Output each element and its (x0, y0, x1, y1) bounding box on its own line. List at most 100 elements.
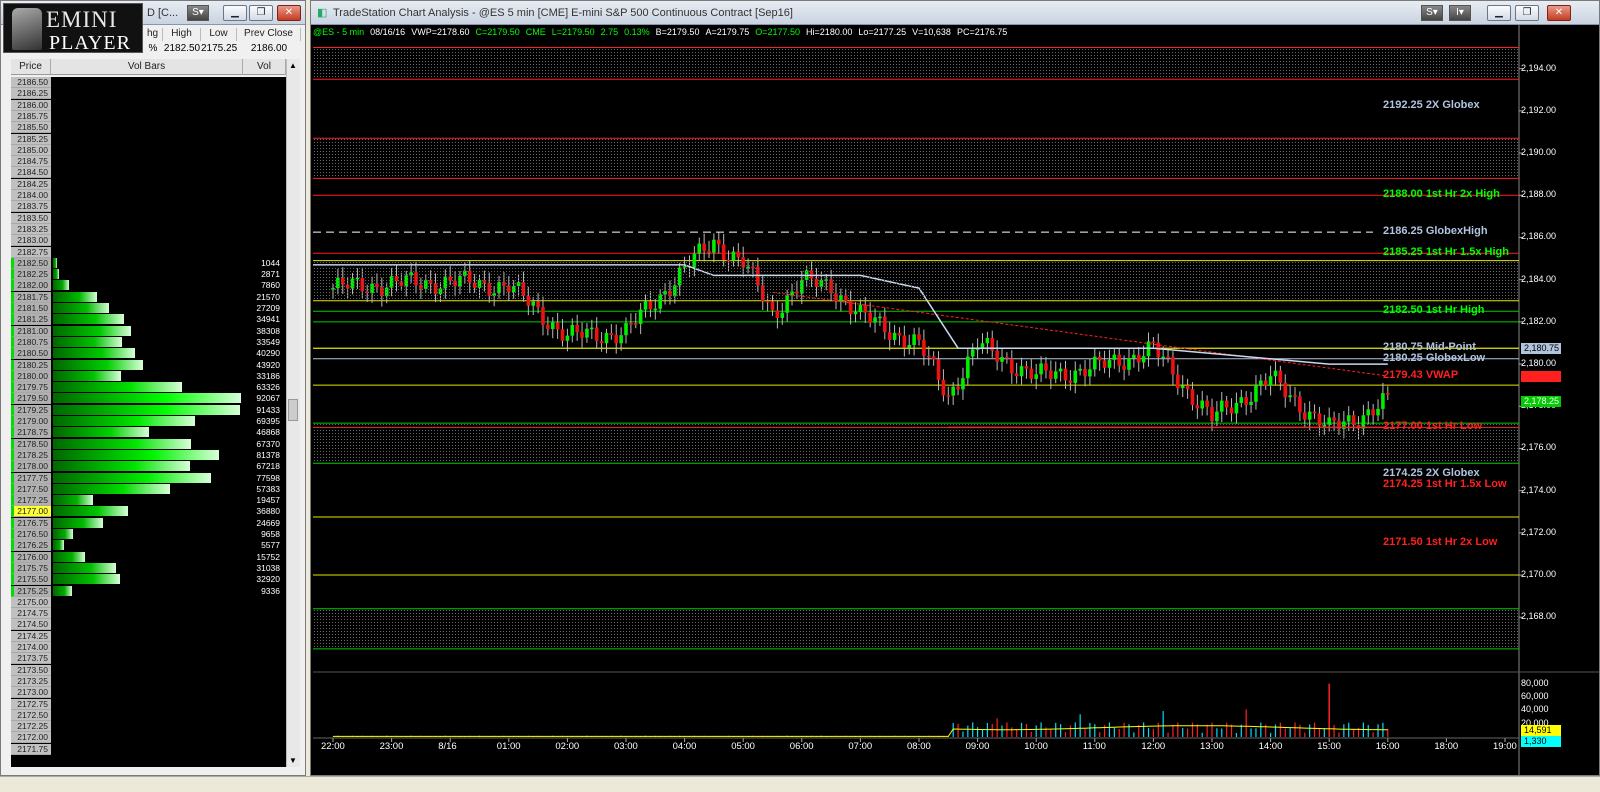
ladder-price[interactable]: 2185.25 (11, 133, 51, 145)
volume-bar (53, 562, 117, 573)
ladder-price[interactable]: 2180.25 (11, 359, 51, 371)
ladder-row: 2177.25 19457 (11, 495, 286, 507)
ladder-price[interactable]: 2179.75 (11, 382, 51, 394)
chart-titlebar[interactable]: ◧ TradeStation Chart Analysis - @ES 5 mi… (311, 1, 1599, 25)
level-label: 2174.25 1st Hr 1.5x Low (1383, 478, 1507, 491)
level-label: 2186.25 GlobexHigh (1383, 225, 1488, 238)
candle-body (1039, 363, 1043, 375)
ladder-price[interactable]: 2174.50 (11, 619, 51, 631)
ladder-price[interactable]: 2172.00 (11, 732, 51, 744)
ladder-price[interactable]: 2173.50 (11, 664, 51, 676)
ladder-price[interactable]: 2171.75 (11, 743, 51, 755)
ladder-price[interactable]: 2177.00 (11, 506, 51, 518)
candle-body (555, 322, 560, 330)
ladder-price[interactable]: 2184.75 (11, 156, 51, 168)
ladder-price[interactable]: 2175.25 (11, 585, 51, 597)
candle-body (1161, 356, 1165, 359)
col-header-vol[interactable]: Vol (243, 59, 286, 75)
candle-body (1034, 374, 1038, 379)
ladder-price[interactable]: 2184.00 (11, 190, 51, 201)
ladder-price[interactable]: 2177.50 (11, 483, 51, 495)
close-button[interactable]: ✕ (1547, 5, 1571, 21)
ladder-price[interactable]: 2185.50 (11, 122, 51, 134)
ladder-price[interactable]: 2177.75 (11, 472, 51, 484)
volume-bar (53, 280, 70, 291)
taskbar (0, 776, 1600, 792)
ladder-price[interactable]: 2185.75 (11, 110, 51, 122)
ladder-price[interactable]: 2180.75 (11, 336, 51, 348)
ladder-price[interactable]: 2181.00 (11, 325, 51, 337)
ladder-price[interactable]: 2179.25 (11, 404, 51, 416)
scroll-down-icon[interactable]: ▼ (289, 756, 297, 765)
ladder-price[interactable]: 2182.25 (11, 269, 51, 281)
candle-body (775, 310, 780, 318)
symbol-menu-button[interactable]: S▾ (1421, 5, 1443, 21)
ladder-price[interactable]: 2178.25 (11, 449, 51, 461)
ladder-price[interactable]: 2178.75 (11, 427, 51, 439)
ladder-price[interactable]: 2185.00 (11, 144, 51, 156)
ladder-price[interactable]: 2177.25 (11, 495, 51, 507)
ladder-price[interactable]: 2183.25 (11, 223, 51, 235)
close-button[interactable]: ✕ (277, 5, 301, 21)
ladder-price[interactable]: 2172.75 (11, 698, 51, 710)
ladder-price[interactable]: 2182.00 (11, 280, 51, 292)
ladder-price[interactable]: 2176.50 (11, 529, 51, 540)
ladder-price[interactable]: 2180.50 (11, 348, 51, 360)
ladder-price[interactable]: 2173.00 (11, 687, 51, 699)
ladder-price[interactable]: 2186.25 (11, 88, 51, 100)
ladder-price[interactable]: 2181.75 (11, 291, 51, 303)
ladder-price[interactable]: 2173.25 (11, 675, 51, 687)
candle-body (1229, 407, 1234, 414)
ladder-price[interactable]: 2176.00 (11, 551, 51, 563)
ladder-price[interactable]: 2184.50 (11, 167, 51, 179)
ladder-scrollbar[interactable]: ▲ ▼ (286, 59, 300, 767)
ladder-price[interactable]: 2183.50 (11, 212, 51, 224)
ladder-price[interactable]: 2179.50 (11, 393, 51, 405)
ladder-row: 2181.00 38308 (11, 325, 286, 337)
ladder-row: 2185.75 (11, 110, 286, 122)
ladder-price[interactable]: 2178.50 (11, 438, 51, 450)
ladder-price[interactable]: 2174.25 (11, 630, 51, 642)
ladder-price[interactable]: 2172.50 (11, 709, 51, 721)
ladder-price[interactable]: 2182.75 (11, 246, 51, 258)
y-tick-label: 2,180.00 (1521, 358, 1557, 369)
candle-body (721, 244, 726, 260)
ladder-price[interactable]: 2186.50 (11, 77, 51, 88)
symbol-menu-button[interactable]: S▾ (187, 5, 209, 21)
info-menu-button[interactable]: I▾ (1449, 5, 1471, 21)
ladder-price[interactable]: 2172.25 (11, 721, 51, 733)
ladder-price[interactable]: 2174.75 (11, 608, 51, 620)
ladder-price[interactable]: 2176.25 (11, 540, 51, 552)
ladder-row: 2179.50 92067 (11, 393, 286, 405)
maximize-button[interactable]: ❐ (249, 5, 273, 21)
level-label: 2179.43 VWAP (1383, 369, 1459, 382)
ladder-price[interactable]: 2175.50 (11, 574, 51, 586)
scroll-up-icon[interactable]: ▲ (289, 61, 297, 70)
minimize-button[interactable]: ▁ (223, 5, 247, 21)
ladder-price[interactable]: 2173.75 (11, 653, 51, 665)
ladder-price[interactable]: 2180.00 (11, 370, 51, 382)
ladder-price[interactable]: 2175.00 (11, 596, 51, 608)
ladder-price[interactable]: 2179.00 (11, 416, 51, 427)
ladder-price[interactable]: 2181.25 (11, 314, 51, 326)
maximize-button[interactable]: ❐ (1515, 5, 1539, 21)
ladder-price[interactable]: 2176.75 (11, 517, 51, 529)
ladder-price[interactable]: 2182.50 (11, 257, 51, 269)
ladder-price[interactable]: 2181.50 (11, 303, 51, 314)
col-header-vol-bars[interactable]: Vol Bars (51, 59, 243, 75)
minimize-button[interactable]: ▁ (1487, 5, 1511, 21)
ladder-row: 2173.75 (11, 653, 286, 665)
ladder-price[interactable]: 2178.00 (11, 461, 51, 473)
chart-area[interactable]: @ES - 5 min 08/16/16 VWP=2178.60 C=2179.50 C… (313, 25, 1599, 775)
ladder-price[interactable]: 2186.00 (11, 99, 51, 111)
ladder-price[interactable]: 2183.00 (11, 235, 51, 247)
candle-body (624, 323, 628, 336)
x-tick-label: 18:00 (1434, 741, 1459, 752)
col-header-price[interactable]: Price (11, 59, 51, 75)
ladder-price[interactable]: 2174.00 (11, 642, 51, 653)
ladder-price[interactable]: 2175.75 (11, 562, 51, 574)
ladder-price[interactable]: 2183.75 (11, 201, 51, 213)
ladder-price[interactable]: 2184.25 (11, 178, 51, 190)
ladder-row: 2177.00 36880 (11, 506, 286, 518)
scroll-thumb[interactable] (288, 399, 298, 421)
